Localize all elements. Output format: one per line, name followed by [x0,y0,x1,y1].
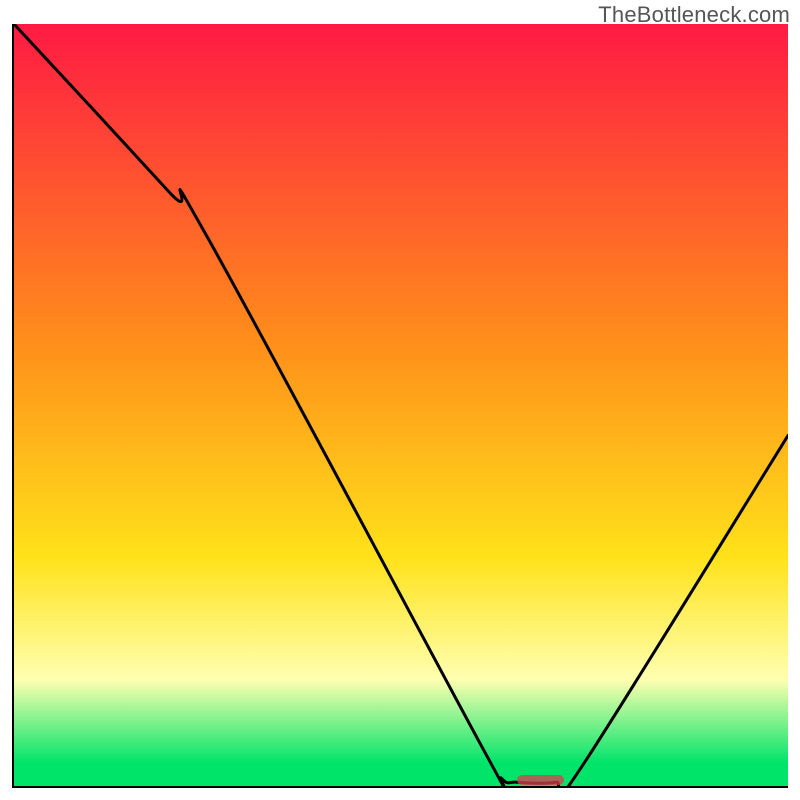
plot-area [14,24,788,786]
optimal-range-marker [517,775,563,785]
plot-axes [12,24,788,788]
watermark-text: TheBottleneck.com [598,2,790,28]
chart-stage: TheBottleneck.com [0,0,800,800]
curve-path [14,24,788,786]
bottleneck-curve [14,24,788,786]
